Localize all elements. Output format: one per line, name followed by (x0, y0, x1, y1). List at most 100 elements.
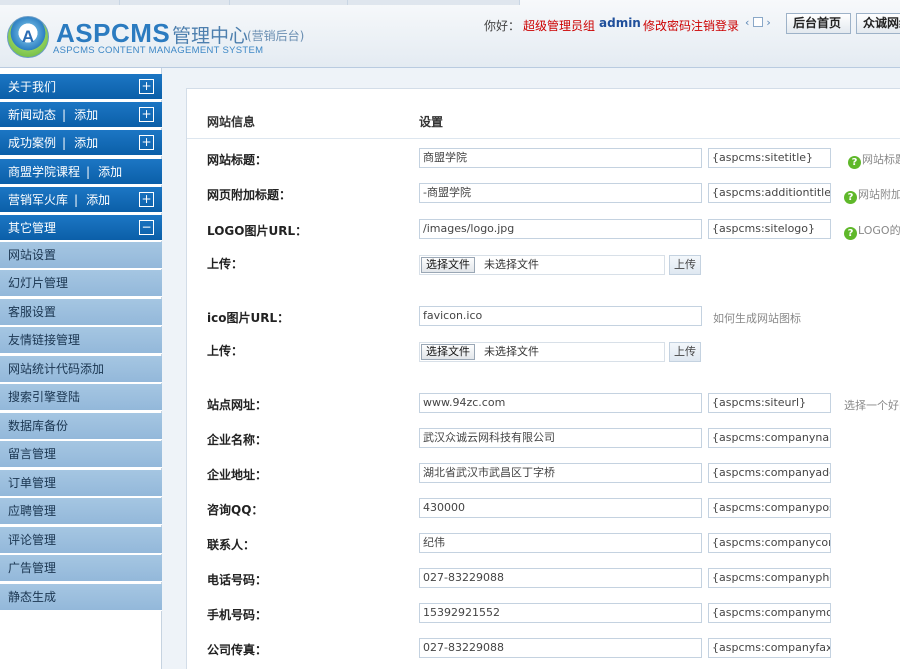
company-address-tag[interactable]: {aspcms:companyaddress} (708, 463, 831, 483)
no-file-text: 未选择文件 (484, 258, 539, 271)
site-title-input[interactable]: 商盟学院 (419, 148, 702, 168)
sidebar: 关于我们 + 新闻动态 | 添加 + 成功案例 | 添加 + 商盟学院课程 | 添加 营销军… (0, 68, 162, 669)
contact-input[interactable]: 纪伟 (419, 533, 702, 553)
arsenal-add-link[interactable]: 添加 (86, 193, 110, 207)
upload-logo-label: 上传： (207, 257, 244, 271)
addition-title-input[interactable]: -商盟学院 (419, 183, 702, 203)
top-tab-strip (0, 0, 520, 5)
site-home-button[interactable]: 众诚网络 (856, 13, 900, 34)
upload-ico-button[interactable]: 上传 (669, 342, 701, 362)
no-file-text: 未选择文件 (484, 345, 539, 358)
site-title-tag[interactable]: {aspcms:sitetitle} (708, 148, 831, 168)
logo-url-hint: ? LOGO的 (844, 222, 900, 240)
help-icon: ? (848, 156, 861, 169)
contact-label: 联系人： (207, 538, 256, 552)
choose-file-button[interactable]: 选择文件 (421, 257, 475, 273)
ico-url-input[interactable]: favicon.ico (419, 306, 702, 326)
sidebar-group-label[interactable]: 关于我们 (8, 80, 56, 94)
sidebar-group-label[interactable]: 新闻动态 (8, 108, 56, 122)
sidebar-item-comments[interactable]: 评论管理 (0, 527, 162, 554)
scroll-arrows[interactable]: ‹ › (745, 16, 771, 29)
sidebar-group-news[interactable]: 新闻动态 | 添加 + (0, 102, 162, 128)
sidebar-item-static[interactable]: 静态生成 (0, 584, 162, 611)
expand-plus-icon[interactable]: + (139, 135, 154, 150)
logo-subtitle: (营销后台) (247, 29, 305, 43)
logo-english-name: ASPCMS CONTENT MANAGEMENT SYSTEM (53, 45, 264, 56)
upload-logo-button[interactable]: 上传 (669, 255, 701, 275)
sidebar-group-label[interactable]: 其它管理 (8, 221, 56, 235)
expand-plus-icon[interactable]: + (139, 79, 154, 94)
sidebar-group-about[interactable]: 关于我们 + (0, 74, 162, 100)
site-title-label: 网站标题： (207, 153, 268, 167)
sidebar-item-jobs[interactable]: 应聘管理 (0, 498, 162, 525)
site-url-input[interactable]: www.94zc.com (419, 393, 702, 413)
sidebar-item-slides[interactable]: 幻灯片管理 (0, 270, 162, 297)
choose-file-button[interactable]: 选择文件 (421, 344, 475, 360)
contact-tag[interactable]: {aspcms:companycontact} (708, 533, 831, 553)
ico-help-link[interactable]: 如何生成网站图标 (713, 310, 801, 326)
ico-file-input[interactable]: 选择文件 未选择文件 (419, 342, 665, 362)
sidebar-item-db-backup[interactable]: 数据库备份 (0, 413, 162, 440)
site-url-hint: 选择一个好的 (844, 399, 900, 412)
top-header: A ASPCMS 管理中心 (营销后台) ASPCMS CONTENT MANA… (0, 0, 900, 68)
column-header-setting: 设置 (419, 115, 444, 129)
fax-label: 公司传真： (207, 643, 268, 657)
sidebar-group-label[interactable]: 营销军火库 (8, 193, 68, 207)
sidebar-group-other[interactable]: 其它管理 − (0, 215, 162, 241)
toggle-square-icon[interactable] (752, 17, 763, 27)
right-arrow-icon[interactable]: › (766, 16, 770, 29)
username-label: admin (599, 16, 641, 30)
fax-input[interactable]: 027-83229088 (419, 638, 702, 658)
phone-input[interactable]: 027-83229088 (419, 568, 702, 588)
sidebar-item-orders[interactable]: 订单管理 (0, 470, 162, 497)
site-url-tag[interactable]: {aspcms:siteurl} (708, 393, 831, 413)
logo-file-input[interactable]: 选择文件 未选择文件 (419, 255, 665, 275)
settings-panel: 网站信息 设置 网站标题： 商盟学院 {aspcms:sitetitle} ? 网… (186, 88, 900, 669)
admin-home-button[interactable]: 后台首页 (786, 13, 851, 34)
expand-plus-icon[interactable]: + (139, 107, 154, 122)
expand-plus-icon[interactable]: + (139, 192, 154, 207)
aspcms-logo-icon: A (7, 16, 49, 58)
company-address-input[interactable]: 湖北省武汉市武昌区丁字桥 (419, 463, 702, 483)
sidebar-group-label[interactable]: 商盟学院课程 (8, 165, 80, 179)
sidebar-item-links[interactable]: 友情链接管理 (0, 327, 162, 354)
addition-title-hint: ? 网站附加 (844, 186, 900, 204)
logo-url-input[interactable]: /images/logo.jpg (419, 219, 702, 239)
fax-tag[interactable]: {aspcms:companyfax} (708, 638, 831, 658)
phone-tag[interactable]: {aspcms:companyphone} (708, 568, 831, 588)
sidebar-item-ads[interactable]: 广告管理 (0, 555, 162, 582)
collapse-minus-icon[interactable]: − (139, 220, 154, 235)
sidebar-group-cases[interactable]: 成功案例 | 添加 + (0, 130, 162, 156)
sidebar-item-site-settings[interactable]: 网站设置 (0, 242, 162, 269)
qq-tag[interactable]: {aspcms:companypostcode} (708, 498, 831, 518)
help-icon: ? (844, 191, 857, 204)
sidebar-item-search-engine[interactable]: 搜索引擎登陆 (0, 384, 162, 411)
site-url-label: 站点网址： (207, 398, 268, 412)
column-header-info: 网站信息 (207, 115, 256, 129)
company-name-input[interactable]: 武汉众诚云网科技有限公司 (419, 428, 702, 448)
sidebar-item-stats-code[interactable]: 网站统计代码添加 (0, 356, 162, 383)
sidebar-group-courses[interactable]: 商盟学院课程 | 添加 (0, 159, 162, 185)
change-password-link[interactable]: 修改密码 (643, 17, 691, 34)
logo-url-tag[interactable]: {aspcms:sitelogo} (708, 219, 831, 239)
logout-link[interactable]: 注销登录 (691, 17, 739, 34)
mobile-input[interactable]: 15392921552 (419, 603, 702, 623)
phone-label: 电话号码： (207, 573, 268, 587)
qq-input[interactable]: 430000 (419, 498, 702, 518)
sidebar-item-service[interactable]: 客服设置 (0, 299, 162, 326)
mobile-tag[interactable]: {aspcms:companymobile} (708, 603, 831, 623)
news-add-link[interactable]: 添加 (74, 108, 98, 122)
cases-add-link[interactable]: 添加 (74, 136, 98, 150)
sidebar-item-messages[interactable]: 留言管理 (0, 441, 162, 468)
sidebar-group-label[interactable]: 成功案例 (8, 136, 56, 150)
sidebar-group-arsenal[interactable]: 营销军火库 | 添加 + (0, 187, 162, 213)
greeting-label: 你好： (484, 19, 521, 33)
courses-add-link[interactable]: 添加 (98, 165, 122, 179)
company-address-label: 企业地址： (207, 468, 268, 482)
site-title-hint: ?网站标题 (848, 151, 900, 169)
addition-title-label: 网页附加标题： (207, 188, 292, 202)
company-name-tag[interactable]: {aspcms:companyname} (708, 428, 831, 448)
user-role-link[interactable]: 超级管理员组 (523, 17, 595, 34)
left-arrow-icon[interactable]: ‹ (745, 16, 749, 29)
addition-title-tag[interactable]: {aspcms:additiontitle} (708, 183, 831, 203)
